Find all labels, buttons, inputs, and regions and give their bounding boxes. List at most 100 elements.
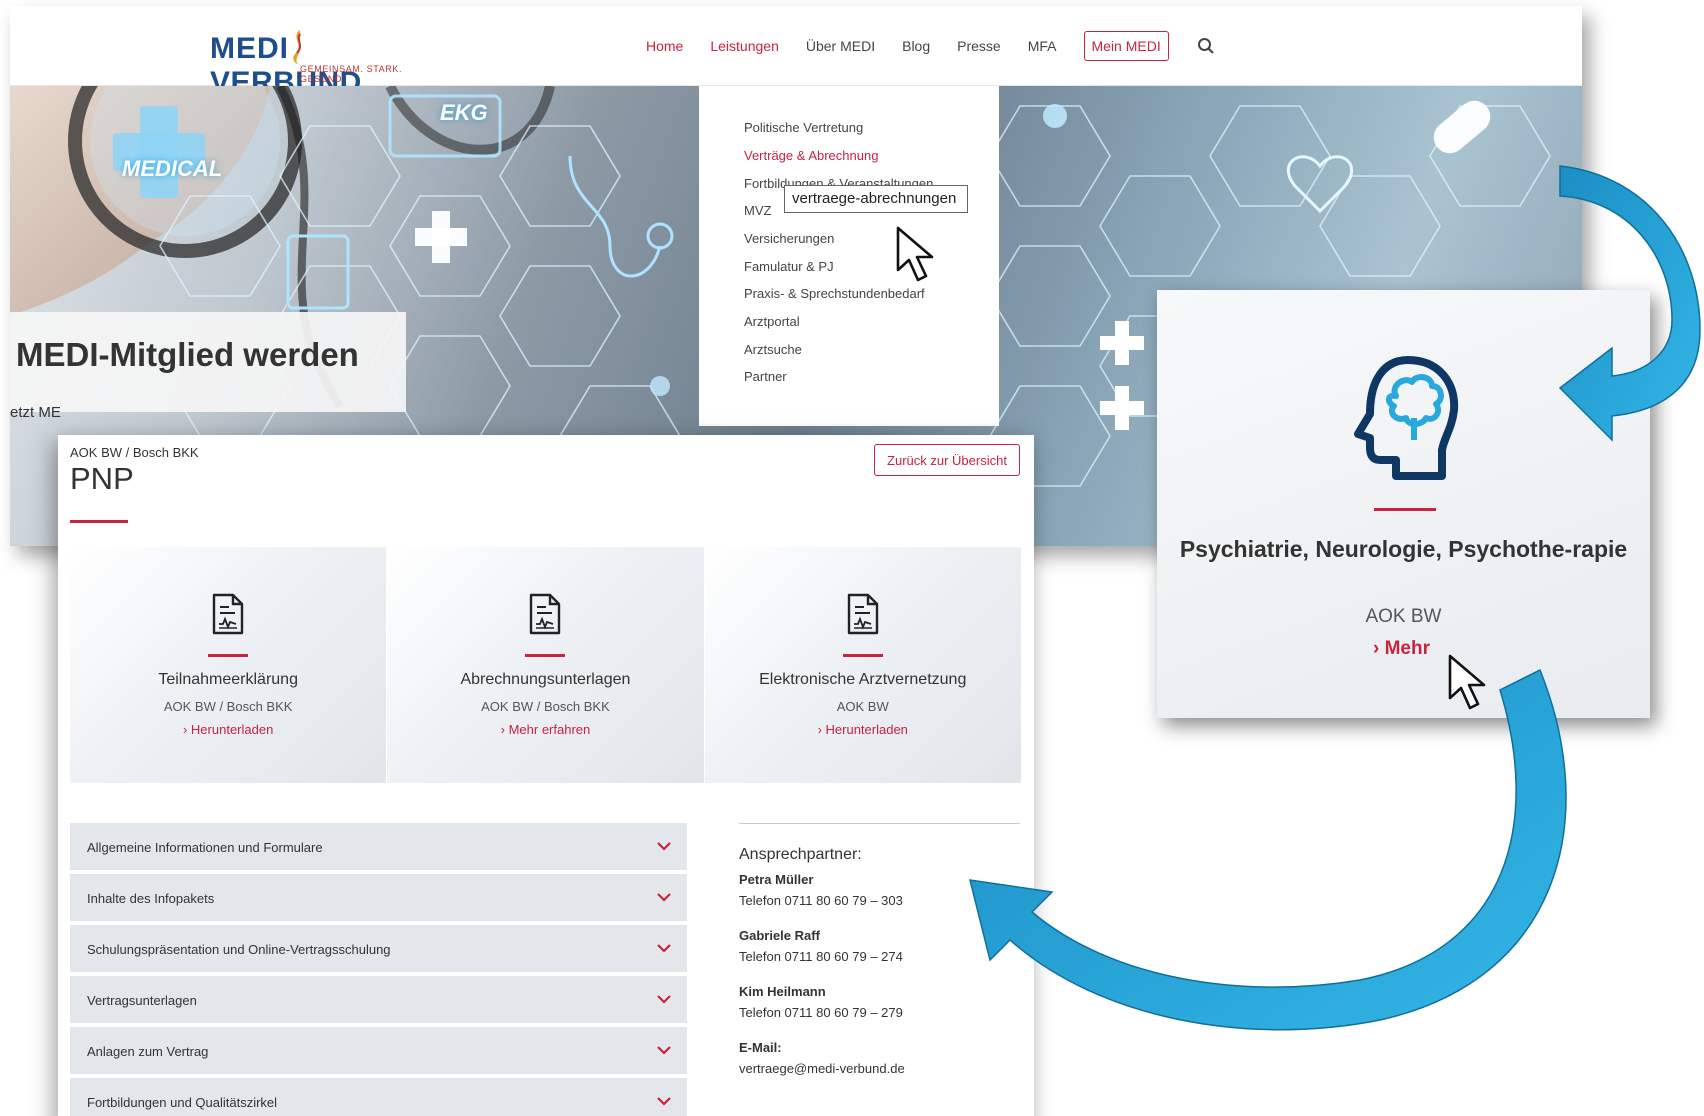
member-title: MEDI-Mitglied werden xyxy=(16,336,359,373)
title-divider xyxy=(70,520,128,523)
contact-email-link[interactable]: vertraege@medi-verbund.de xyxy=(739,1061,1020,1076)
tile-download-link[interactable]: › Herunterladen xyxy=(705,722,1021,737)
screenshot-stage: MEDIVERBUND GEMEINSAM. STARK. GESUND. Ho… xyxy=(0,0,1704,1116)
document-icon xyxy=(530,593,561,635)
chevron-right-icon: › xyxy=(817,722,826,737)
accordion-item[interactable]: Allgemeine Informationen und Formulare xyxy=(70,823,687,872)
arrow-to-detail-icon xyxy=(969,668,1567,1031)
page-title: PNP xyxy=(70,461,134,496)
tile-divider xyxy=(208,654,248,657)
hero-label-medical: MEDICAL xyxy=(122,156,223,181)
tile-more-link[interactable]: › Mehr erfahren xyxy=(387,722,703,737)
tile-title: Teilnahmeerklärung xyxy=(158,671,298,688)
tile-title: Abrechnungsunterlagen xyxy=(460,671,631,688)
medi-verbund-logo[interactable]: MEDIVERBUND GEMEINSAM. STARK. GESUND. xyxy=(210,14,450,99)
accordion-item[interactable]: Vertragsunterlagen xyxy=(70,976,687,1025)
accordion-label: Anlagen zum Vertrag xyxy=(87,1044,209,1059)
contact-phone[interactable]: Telefon 0711 80 60 79 – 303 xyxy=(739,893,1020,908)
card-title: Psychiatrie, Neurologie, Psychothe-rapie xyxy=(1179,536,1628,562)
chevron-down-icon xyxy=(657,893,671,902)
tile-divider xyxy=(525,654,566,657)
leistungen-dropdown-menu: Politische Vertretung Verträge & Abrechn… xyxy=(699,86,999,426)
search-icon[interactable] xyxy=(1197,37,1215,55)
main-menu: Home Leistungen Über MEDI Blog Presse MF… xyxy=(646,28,1215,64)
accordion-item[interactable]: Schulungspräsentation und Online-Vertrag… xyxy=(70,925,687,974)
tile-elektronische-arztvernetzung[interactable]: Elektronische Arztvernetzung AOK BW › He… xyxy=(704,547,1022,783)
logo-tagline: GEMEINSAM. STARK. GESUND. xyxy=(300,64,403,84)
link-tooltip: vertraege-abrechnungen xyxy=(784,185,968,213)
accordion-item[interactable]: Anlagen zum Vertrag xyxy=(70,1027,687,1076)
tile-download-link[interactable]: › Herunterladen xyxy=(70,722,386,737)
accordion-item[interactable]: Inhalte des Infopakets xyxy=(70,874,687,923)
nav-mfa[interactable]: MFA xyxy=(1028,38,1057,54)
contact-name: Kim Heilmann xyxy=(739,984,826,999)
info-accordion: Allgemeine Informationen und Formulare I… xyxy=(70,823,687,1116)
chevron-right-icon: › xyxy=(182,722,191,737)
tile-title: Elektronische Arztvernetzung xyxy=(759,671,967,688)
card-divider xyxy=(1374,508,1436,511)
accordion-label: Inhalte des Infopakets xyxy=(87,891,215,906)
back-to-overview-button[interactable]: Zurück zur Übersicht xyxy=(874,444,1020,476)
contact-phone[interactable]: Telefon 0711 80 60 79 – 279 xyxy=(739,1005,1020,1020)
accordion-item[interactable]: Fortbildungen und Qualitätszirkel xyxy=(70,1078,687,1116)
dropdown-item-partner[interactable]: Partner xyxy=(744,369,787,384)
member-banner[interactable]: MEDI-Mitglied werden xyxy=(10,312,406,412)
tile-link-label: Mehr erfahren xyxy=(508,722,591,737)
contact-name: Gabriele Raff xyxy=(739,928,820,943)
brain-head-icon xyxy=(1354,356,1459,480)
accordion-label: Schulungspräsentation und Online-Vertrag… xyxy=(87,942,391,957)
nav-leistungen[interactable]: Leistungen xyxy=(710,38,779,54)
logo-text-medi: MEDI xyxy=(210,32,289,65)
pnp-detail-page: AOK BW / Bosch BKK PNP Zurück zur Übersi… xyxy=(58,435,1034,1116)
tile-subtitle: AOK BW / Bosch BKK xyxy=(481,699,610,714)
accordion-label: Allgemeine Informationen und Formulare xyxy=(87,840,323,855)
logo-flame-icon xyxy=(293,30,301,64)
nav-presse[interactable]: Presse xyxy=(957,38,1001,54)
top-navigation-bar: MEDIVERBUND GEMEINSAM. STARK. GESUND. Ho… xyxy=(10,6,1582,99)
contact-panel: Ansprechpartner: Petra Müller Telefon 07… xyxy=(739,823,1020,1096)
tile-subtitle: AOK BW / Bosch BKK xyxy=(163,699,293,714)
document-icon xyxy=(847,593,878,635)
dropdown-item-famulatur-pj[interactable]: Famulatur & PJ xyxy=(744,259,834,274)
chevron-down-icon xyxy=(657,1097,671,1106)
email-label: E-Mail: xyxy=(739,1040,782,1055)
tile-abrechnungsunterlagen[interactable]: Abrechnungsunterlagen AOK BW / Bosch BKK… xyxy=(387,547,705,783)
hero-label-ekg: EKG xyxy=(440,100,488,125)
dropdown-item-vertraege-abrechnung[interactable]: Verträge & Abrechnung xyxy=(744,148,878,163)
tile-divider xyxy=(842,654,883,657)
card-insurer: AOK BW xyxy=(1365,606,1442,627)
breadcrumb[interactable]: AOK BW / Bosch BKK xyxy=(70,445,199,460)
chevron-down-icon xyxy=(657,944,671,953)
contact-name: Petra Müller xyxy=(739,872,814,887)
chevron-down-icon xyxy=(657,842,671,851)
card-more-label: Mehr xyxy=(1384,638,1431,659)
tile-teilnahmeerklaerung[interactable]: Teilnahmeerklärung AOK BW / Bosch BKK › … xyxy=(70,547,388,783)
member-subtext: etzt ME xyxy=(10,404,61,421)
contact-heading: Ansprechpartner: xyxy=(739,846,862,863)
dropdown-item-mvz[interactable]: MVZ xyxy=(744,203,771,218)
accordion-label: Vertragsunterlagen xyxy=(87,993,197,1008)
chevron-down-icon xyxy=(657,1046,671,1055)
chevron-down-icon xyxy=(657,995,671,1004)
nav-blog[interactable]: Blog xyxy=(902,38,930,54)
dropdown-item-praxisbedarf[interactable]: Praxis- & Sprechstundenbedarf xyxy=(744,286,925,301)
specialty-card-pnp[interactable]: Psychiatrie, Neurologie, Psychothe-rapie… xyxy=(1157,290,1650,718)
dropdown-item-politische-vertretung[interactable]: Politische Vertretung xyxy=(744,120,863,135)
mein-medi-button[interactable]: Mein MEDI xyxy=(1083,31,1169,61)
tile-subtitle: AOK BW xyxy=(836,699,889,714)
mouse-pointer-icon xyxy=(896,226,934,282)
tile-link-label: Herunterladen xyxy=(190,722,274,737)
download-tiles: Teilnahmeerklärung AOK BW / Bosch BKK › … xyxy=(70,547,1022,783)
mouse-pointer-icon-card xyxy=(1448,654,1486,710)
accordion-label: Fortbildungen und Qualitätszirkel xyxy=(87,1095,278,1110)
document-icon xyxy=(212,593,244,635)
chevron-right-icon: › xyxy=(1373,638,1380,659)
card-more-link[interactable]: › Mehr xyxy=(1373,638,1430,660)
nav-ueber-medi[interactable]: Über MEDI xyxy=(806,38,875,54)
dropdown-item-versicherungen[interactable]: Versicherungen xyxy=(744,231,834,246)
nav-home[interactable]: Home xyxy=(646,38,683,54)
contact-phone[interactable]: Telefon 0711 80 60 79 – 274 xyxy=(739,949,1020,964)
dropdown-item-arztportal[interactable]: Arztportal xyxy=(744,314,800,329)
dropdown-item-arztsuche[interactable]: Arztsuche xyxy=(744,342,802,357)
chevron-right-icon: › xyxy=(500,722,509,737)
